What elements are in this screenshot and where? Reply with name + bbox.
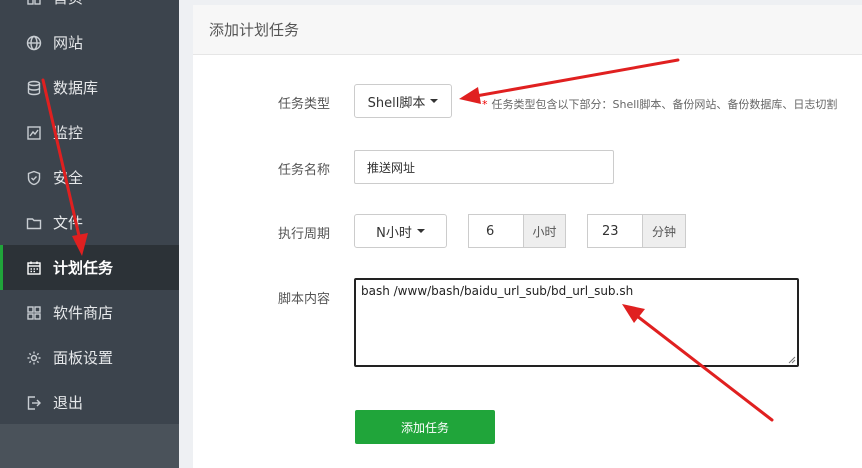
add-cron-panel: 添加计划任务 任务类型 Shell脚本 * 任务类型包含以下部分：Shell脚本、… [193,5,862,468]
apps-grid-icon [25,304,43,322]
sidebar-footer [0,424,179,468]
task-type-hint: * 任务类型包含以下部分：Shell脚本、备份网站、备份数据库、日志切割 [482,96,837,112]
home-icon [25,0,43,7]
task-type-label: 任务类型 [278,97,331,112]
sidebar-item-label: 数据库 [53,79,99,97]
sidebar: 首页 网站 数据库 监控 安全 文件 计划任务 软件商店 面板设置 退出 [0,0,179,468]
period-label: 执行周期 [278,227,331,242]
period-type-dropdown[interactable]: N小时 [354,214,447,248]
sidebar-item-label: 网站 [53,34,84,52]
sidebar-item-monitor[interactable]: 监控 [0,110,179,155]
hour-unit: 小时 [523,214,566,248]
panel-title: 添加计划任务 [193,5,862,55]
database-icon [25,79,43,97]
sidebar-item-files[interactable]: 文件 [0,200,179,245]
required-star: * [482,98,488,111]
sidebar-item-home[interactable]: 首页 [0,0,179,20]
calendar-icon [25,259,43,277]
hour-input-group: 6 小时 [468,214,566,248]
sidebar-item-settings[interactable]: 面板设置 [0,335,179,380]
sidebar-item-security[interactable]: 安全 [0,155,179,200]
task-type-dropdown[interactable]: Shell脚本 [354,84,452,118]
task-name-input[interactable]: 推送网址 [354,150,614,184]
sidebar-item-store[interactable]: 软件商店 [0,290,179,335]
resize-grip-icon[interactable] [788,356,796,364]
sidebar-item-label: 文件 [53,214,84,232]
gear-icon [25,349,43,367]
sidebar-item-label: 退出 [53,394,84,412]
caret-down-icon [416,229,425,233]
monitor-icon [25,124,43,142]
task-type-hint-text: 任务类型包含以下部分：Shell脚本、备份网站、备份数据库、日志切割 [491,98,838,111]
sidebar-item-label: 面板设置 [53,349,114,367]
sidebar-item-label: 安全 [53,169,84,187]
globe-icon [25,34,43,52]
folder-icon [25,214,43,232]
logout-icon [25,394,43,412]
script-content: bash /www/bash/baidu_url_sub/bd_url_sub.… [361,284,634,298]
script-label: 脚本内容 [278,292,331,307]
sidebar-item-label: 计划任务 [53,259,114,277]
task-name-label: 任务名称 [278,163,331,178]
caret-down-icon [430,99,439,103]
sidebar-item-cron[interactable]: 计划任务 [0,245,179,290]
sidebar-item-logout[interactable]: 退出 [0,380,179,425]
script-textarea[interactable]: bash /www/bash/baidu_url_sub/bd_url_sub.… [354,278,799,367]
minute-input-group: 23 分钟 [587,214,686,248]
sidebar-item-label: 监控 [53,124,84,142]
minute-input[interactable]: 23 [587,214,642,248]
sidebar-item-label: 软件商店 [53,304,114,322]
task-type-value: Shell脚本 [367,95,426,111]
period-type-value: N小时 [376,225,412,241]
sidebar-item-database[interactable]: 数据库 [0,65,179,110]
minute-unit: 分钟 [642,214,686,248]
sidebar-item-label: 首页 [53,0,83,8]
sidebar-item-website[interactable]: 网站 [0,20,179,65]
shield-icon [25,169,43,187]
add-task-button[interactable]: 添加任务 [355,410,495,444]
hour-input[interactable]: 6 [468,214,523,248]
